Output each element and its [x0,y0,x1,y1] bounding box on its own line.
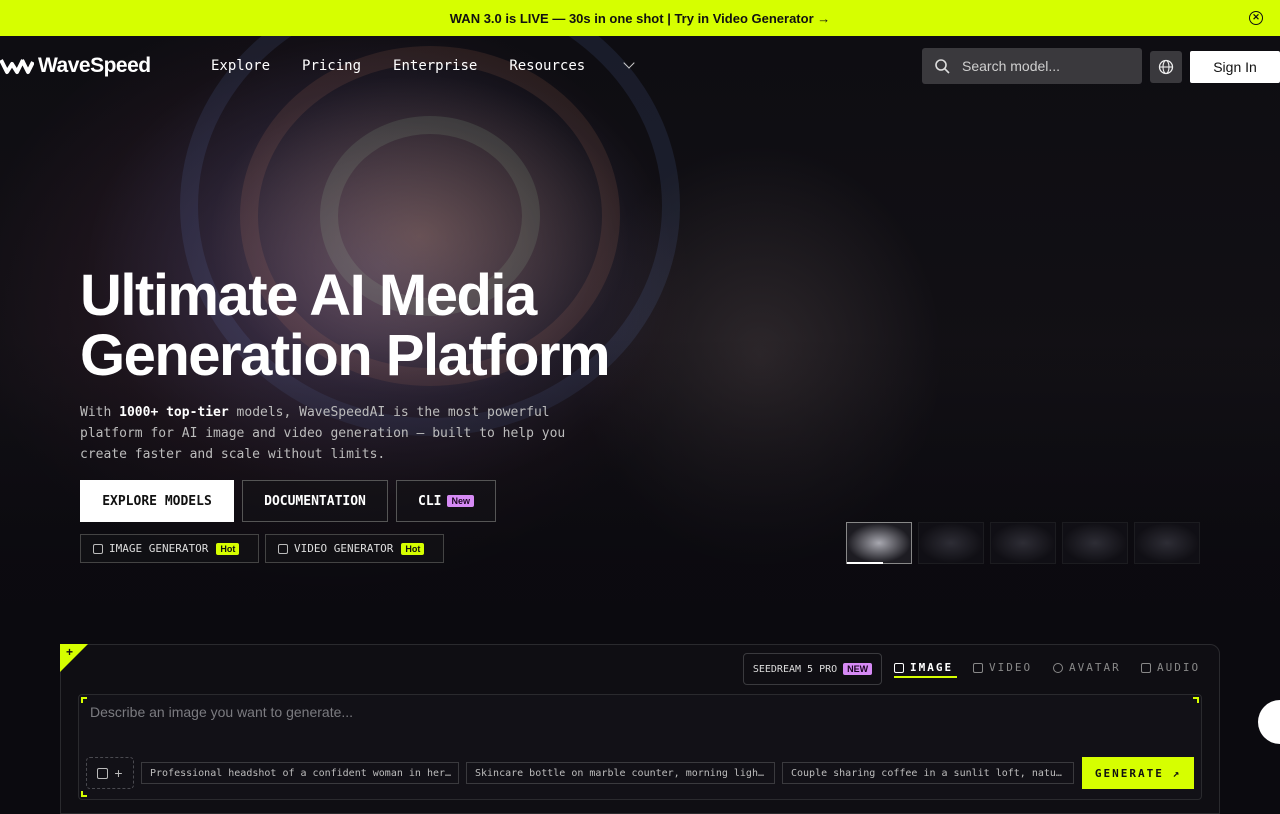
chat-widget-button[interactable] [1258,700,1280,744]
hero-subtitle: With 1000+ top-tier models, WaveSpeedAI … [80,402,600,465]
sub-pre: With [80,405,120,420]
tab-video[interactable]: VIDEO [973,661,1032,674]
generate-button[interactable]: GENERATE ↗ [1082,757,1194,789]
cli-button[interactable]: CLI New [396,480,496,522]
sub-bold: 1000+ top-tier [119,405,229,420]
hero-thumbnail[interactable] [1062,522,1128,564]
plus-icon: + [66,645,74,659]
image-generator-link[interactable]: IMAGE GENERATOR Hot [80,534,259,563]
image-icon [894,662,904,673]
model-selector[interactable]: SEEDREAM 5 PRO NEW [743,653,882,685]
video-generator-label: VIDEO GENERATOR [294,542,394,555]
corner-mark [1193,697,1199,703]
nav-explore[interactable]: Explore [211,58,270,74]
attach-image-button[interactable]: + [86,757,134,789]
user-icon [1053,662,1063,673]
tab-avatar[interactable]: AVATAR [1053,661,1121,674]
tab-avatar-label: AVATAR [1069,661,1121,674]
search-icon [935,59,950,74]
nav-resources[interactable]: Resources [509,57,635,74]
image-generator-label: IMAGE GENERATOR [109,542,209,555]
language-button[interactable] [1150,51,1182,83]
model-name: SEEDREAM 5 PRO [752,663,838,675]
plus-icon: + [114,765,123,781]
new-badge: New [447,495,474,507]
prompt-placeholder: Describe an image you want to generate..… [90,704,354,720]
announcement-banner[interactable]: WAN 3.0 is LIVE — 30s in one shot | Try … [0,0,1280,36]
headline-line-1: Ultimate AI Media [80,263,537,328]
nav-resources-label: Resources [509,58,586,74]
wave-logo-icon [0,59,34,74]
camera-icon [973,662,983,673]
hot-badge: Hot [216,542,240,555]
hero-thumbnail[interactable] [990,522,1056,564]
corner-mark [81,697,87,703]
camera-icon [278,543,288,554]
tab-audio-label: AUDIO [1157,661,1201,674]
image-icon [93,543,103,554]
nav-pricing[interactable]: Pricing [302,58,361,74]
prompt-suggestion[interactable]: Skincare bottle on marble counter, morni… [466,762,775,784]
banner-text[interactable]: WAN 3.0 is LIVE — 30s in one shot | Try … [450,11,831,26]
globe-icon [1158,59,1174,75]
logo[interactable]: WaveSpeed [0,54,151,78]
close-icon[interactable]: ✕ [1249,11,1263,25]
music-icon [1141,662,1151,673]
prompt-suggestion[interactable]: Couple sharing coffee in a sunlit loft, … [782,762,1074,784]
search-input[interactable]: Search model... [922,48,1142,84]
prompt-suggestion[interactable]: Professional headshot of a confident wom… [141,762,459,784]
tab-video-label: VIDEO [989,661,1033,674]
nav-enterprise[interactable]: Enterprise [393,58,477,74]
documentation-button[interactable]: DOCUMENTATION [242,480,388,522]
explore-models-button[interactable]: EXPLORE MODELS [80,480,234,522]
tab-image[interactable]: IMAGE [894,661,953,674]
sign-in-button[interactable]: Sign In [1190,51,1280,83]
cli-label: CLI [418,493,442,509]
corner-mark [81,791,87,797]
tab-image-label: IMAGE [910,661,954,674]
hot-badge: Hot [401,542,425,555]
active-tab-indicator [894,676,957,678]
hero-headline: Ultimate AI Media Generation Platform [80,263,611,388]
search-placeholder: Search model... [962,58,1061,74]
hero-thumbnail[interactable] [918,522,984,564]
headline-line-2: Generation Platform [80,323,611,388]
hero-thumbnail[interactable] [846,522,912,564]
video-generator-link[interactable]: VIDEO GENERATOR Hot [265,534,444,563]
panel-corner-accent [60,644,88,672]
image-upload-icon [97,767,109,779]
model-new-badge: NEW [843,663,873,675]
hero-thumbnail[interactable] [1134,522,1200,564]
top-nav: WaveSpeed Explore Pricing Enterprise Res… [0,36,1280,96]
tab-audio[interactable]: AUDIO [1141,661,1200,674]
logo-text: WaveSpeed [38,54,151,77]
chevron-down-icon [623,57,635,69]
